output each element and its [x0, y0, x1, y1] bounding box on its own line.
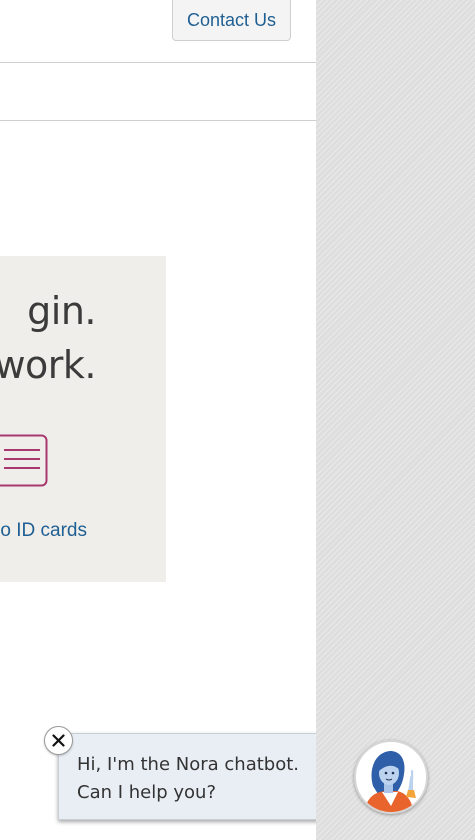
- id-cards-link[interactable]: o ID cards: [0, 520, 87, 542]
- divider: [0, 62, 316, 63]
- contact-us-button[interactable]: Contact Us: [172, 0, 291, 41]
- chatbot-greeting-bubble[interactable]: Hi, I'm the Nora chatbot. Can I help you…: [58, 733, 316, 820]
- close-icon[interactable]: [44, 726, 73, 755]
- chatbot-greeting-line-2: Can I help you?: [77, 782, 217, 803]
- chatbot-greeting-line-1: Hi, I'm the Nora chatbot.: [77, 754, 299, 775]
- nora-avatar-icon[interactable]: [354, 740, 428, 814]
- card-heading-line-1: gin.: [27, 289, 96, 333]
- side-overlay-panel: [316, 0, 475, 840]
- info-card: gin. work. o ID cards: [0, 256, 166, 582]
- id-card-icon: [0, 434, 48, 487]
- card-heading-line-2: work.: [0, 343, 96, 387]
- main-content: Contact Us gin. work. o ID cards Hi, I'm…: [0, 0, 316, 840]
- divider: [0, 120, 316, 121]
